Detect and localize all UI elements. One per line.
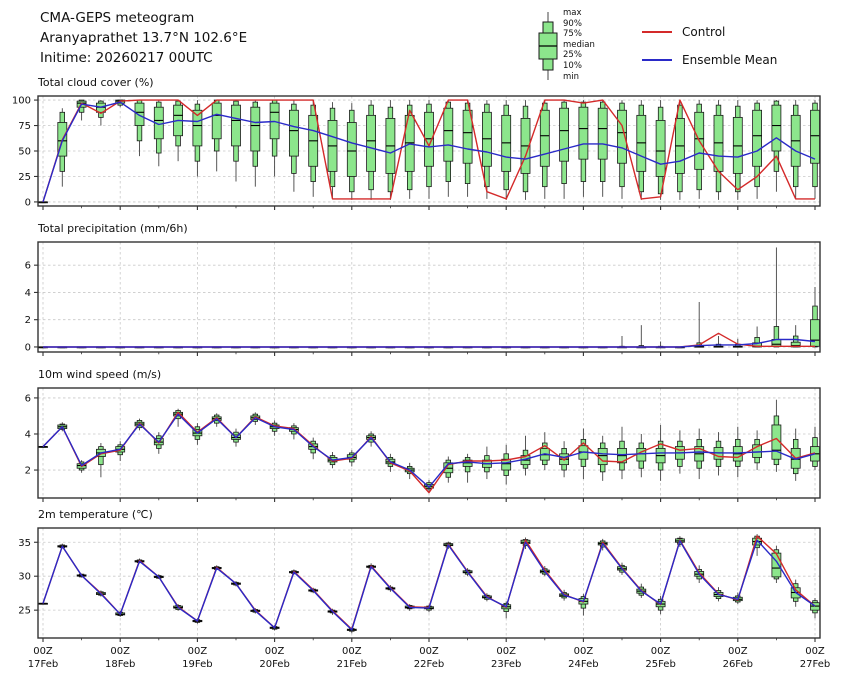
x-tick-hour: 00Z — [33, 646, 53, 657]
x-tick-day: 18Feb — [105, 659, 135, 670]
y-tick-label: 2 — [25, 466, 31, 477]
y-tick-label: 35 — [18, 538, 31, 549]
x-tick-hour: 00Z — [574, 646, 594, 657]
x-tick-hour: 00Z — [496, 646, 516, 657]
x-tick-day: 26Feb — [723, 659, 753, 670]
x-tick-day: 27Feb — [800, 659, 830, 670]
y-tick-label: 50 — [18, 147, 31, 158]
x-tick-day: 17Feb — [28, 659, 58, 670]
y-tick-label: 25 — [18, 606, 31, 617]
x-tick-hour: 00Z — [342, 646, 362, 657]
y-tick-label: 6 — [25, 393, 31, 404]
y-tick-label: 25 — [18, 172, 31, 183]
x-tick-day: 21Feb — [337, 659, 367, 670]
x-tick-day: 20Feb — [259, 659, 289, 670]
x-tick-hour: 00Z — [728, 646, 748, 657]
y-tick-label: 30 — [18, 572, 31, 583]
x-tick-day: 25Feb — [645, 659, 675, 670]
panel-total-cloud-cover: 0 25 50 75 100 — [12, 96, 820, 210]
panel-10m-wind-speed-m-s: 2 4 6 — [25, 388, 820, 502]
y-tick-label: 0 — [25, 342, 31, 353]
x-tick-hour: 00Z — [110, 646, 130, 657]
y-tick-label: 100 — [12, 96, 31, 107]
x-tick-hour: 00Z — [419, 646, 439, 657]
x-tick-day: 19Feb — [182, 659, 212, 670]
x-tick-hour: 00Z — [805, 646, 825, 657]
y-tick-label: 6 — [25, 261, 31, 272]
y-tick-label: 4 — [25, 288, 31, 299]
meteogram-chart: 0255075100024624625303500Z17Feb00Z18Feb0… — [0, 0, 841, 680]
x-tick-day: 24Feb — [568, 659, 598, 670]
x-tick-day: 22Feb — [414, 659, 444, 670]
x-tick-hour: 00Z — [188, 646, 208, 657]
y-tick-label: 4 — [25, 429, 31, 440]
y-tick-label: 2 — [25, 315, 31, 326]
boxplot-legend-glyph — [539, 12, 557, 80]
panel-total-precipitation-mm-6h: 0 2 4 6 — [25, 242, 820, 356]
x-tick-hour: 00Z — [265, 646, 285, 657]
x-tick-hour: 00Z — [651, 646, 671, 657]
meteogram-figure: CMA-GEPS meteogram Aranyaprathet 13.7°N … — [0, 0, 841, 680]
panel-2m-temperature: 25 30 35 — [18, 528, 820, 642]
x-axis-labels: 00Z 17Feb 00Z 18Feb 00Z 19Feb 00Z 20Feb 00Z 21Feb… — [28, 646, 830, 670]
x-tick-day: 23Feb — [491, 659, 521, 670]
y-tick-label: 0 — [25, 197, 31, 208]
y-tick-label: 75 — [18, 121, 31, 132]
